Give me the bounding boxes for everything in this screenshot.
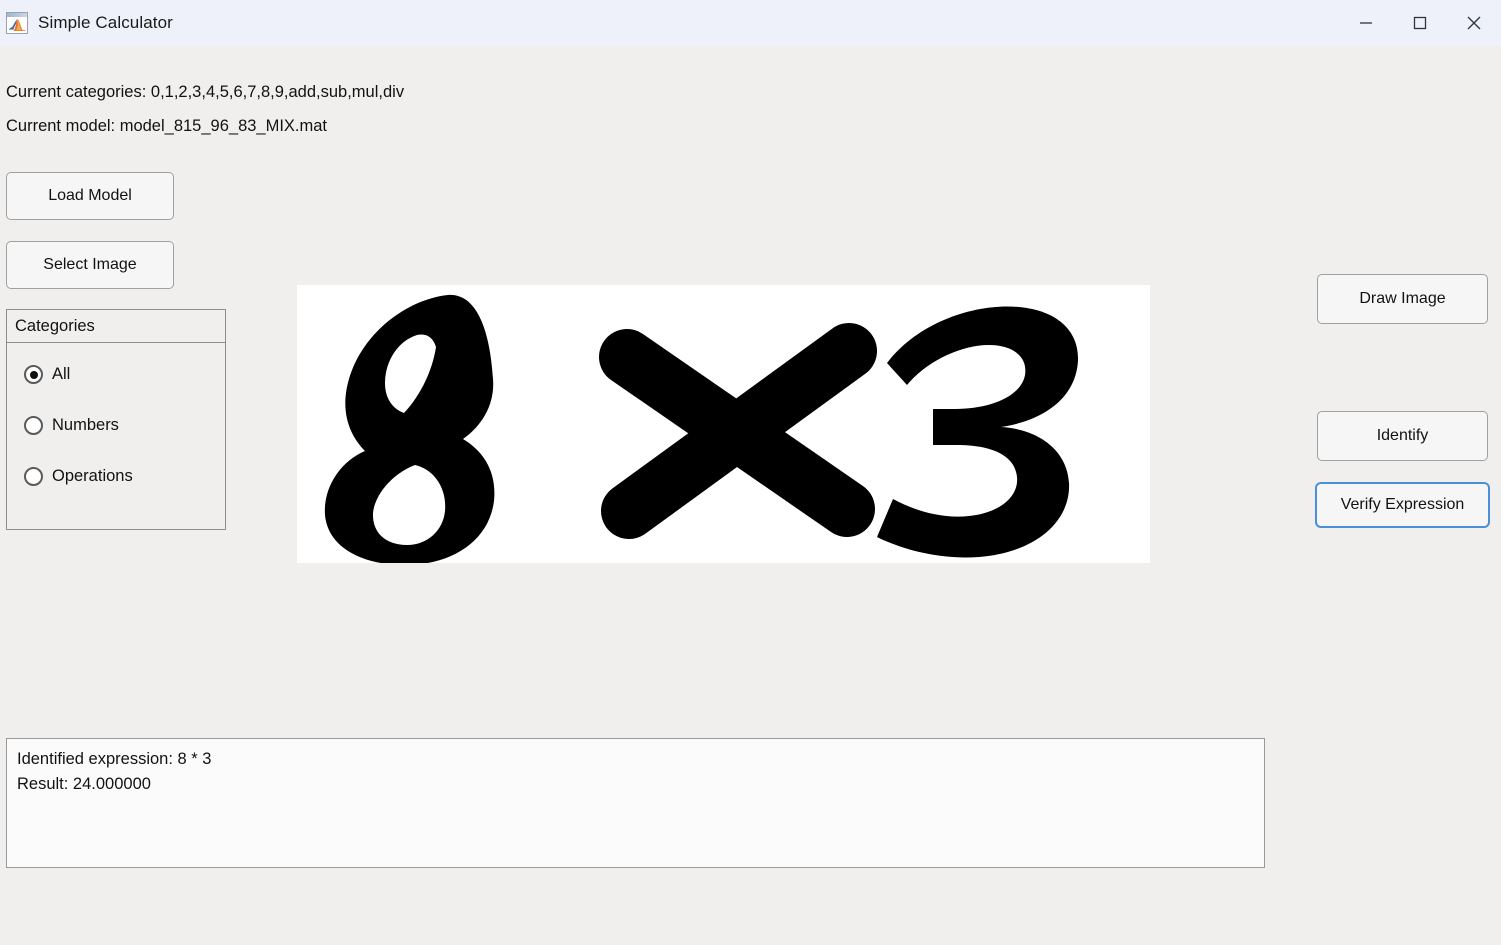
radio-label-operations: Operations	[52, 467, 133, 485]
matlab-app-icon	[6, 12, 28, 34]
categories-panel-title: Categories	[6, 309, 226, 343]
window-title: Simple Calculator	[38, 13, 173, 32]
radio-unselected-icon	[24, 467, 43, 486]
window-controls	[1339, 0, 1501, 46]
categories-panel-body: All Numbers Operations	[6, 343, 226, 530]
identify-button[interactable]: Identify	[1317, 411, 1488, 461]
handwritten-expression-graphic	[324, 294, 1079, 563]
radio-label-all: All	[52, 365, 71, 383]
select-image-button[interactable]: Select Image	[6, 241, 174, 289]
output-line-result: Result: 24.000000	[17, 775, 151, 793]
close-icon	[1467, 16, 1481, 30]
minimize-button[interactable]	[1339, 0, 1393, 46]
current-categories-label: Current categories: 0,1,2,3,4,5,6,7,8,9,…	[6, 83, 405, 101]
categories-panel: Categories All Numbers Operations	[6, 309, 226, 530]
image-preview-canvas[interactable]	[297, 285, 1150, 563]
current-model-label: Current model: model_815_96_83_MIX.mat	[6, 117, 328, 135]
output-text-area[interactable]: Identified expression: 8 * 3 Result: 24.…	[6, 738, 1265, 868]
output-line-expression: Identified expression: 8 * 3	[17, 750, 212, 768]
maximize-button[interactable]	[1393, 0, 1447, 46]
load-model-button[interactable]: Load Model	[6, 172, 174, 220]
maximize-icon	[1413, 16, 1427, 30]
matlab-membrane-glyph	[8, 19, 26, 31]
radio-selected-icon	[24, 365, 43, 384]
title-bar: Simple Calculator	[0, 0, 1501, 46]
radio-unselected-icon	[24, 416, 43, 435]
ink-char-x	[599, 323, 877, 539]
radio-option-operations[interactable]: Operations	[24, 467, 133, 486]
ink-char-8	[324, 294, 495, 563]
radio-label-numbers: Numbers	[52, 416, 119, 434]
minimize-icon	[1360, 22, 1372, 24]
close-button[interactable]	[1447, 0, 1501, 46]
radio-option-numbers[interactable]: Numbers	[24, 416, 119, 435]
ink-char-3	[877, 306, 1079, 558]
radio-option-all[interactable]: All	[24, 365, 70, 384]
draw-image-button[interactable]: Draw Image	[1317, 274, 1488, 324]
verify-expression-button[interactable]: Verify Expression	[1315, 482, 1490, 528]
